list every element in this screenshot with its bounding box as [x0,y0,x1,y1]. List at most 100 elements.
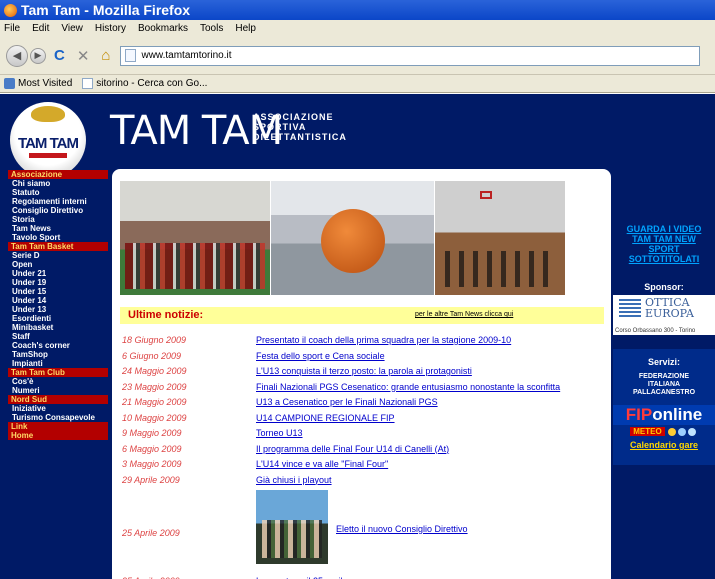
most-visited-icon [4,78,15,89]
news-date: 25 Aprile 2009 [122,528,180,538]
sidebar-item[interactable]: Iniziative [8,404,108,413]
sidebar-item[interactable]: Regolamenti interni [8,197,108,206]
news-item: 29 Aprile 2009 Già chiusi i playout [122,473,602,489]
sidebar-section[interactable]: Associazione [8,170,108,179]
stop-icon[interactable]: ✕ [77,47,90,65]
bookmark-sitorino[interactable]: sitorino - Cerca con Go... [82,78,207,89]
menu-view[interactable]: View [61,23,83,34]
news-item: 6 Maggio 2009 Il programma delle Final Fo… [122,442,602,458]
reload-icon[interactable]: C [54,47,65,64]
video-links[interactable]: GUARDA I VIDEO TAM TAM NEW SPORT SOTTOTI… [613,224,715,264]
page-icon [82,78,94,89]
fip-federation-logo[interactable]: FEDERAZIONE ITALIANA PALLACANESTRO [613,373,715,397]
address-url: www.tamtamtorino.it [141,50,232,61]
news-item: 18 Giugno 2009 Presentato il coach della … [122,333,602,349]
team-photo [120,181,270,295]
page-icon [125,49,137,62]
meteo-widget[interactable]: METEO [613,427,715,436]
sidebar-section[interactable]: Nord Sud [8,395,108,404]
services-heading: Servizi: [647,357,680,367]
news-link[interactable]: Già chiusi i playout [256,475,332,485]
navigation-toolbar: ◀ ▶ C ✕ ⌂ www.tamtamtorino.it [0,37,715,75]
sidebar-section[interactable]: Link [8,422,108,431]
sidebar-item[interactable]: Cos'è [8,377,108,386]
news-heading: Ultime notizie: [128,309,204,321]
web-page: TAM TAM TAM TAM ASSOCIAZIONE SPORTIVA DI… [0,94,715,579]
news-list: 18 Giugno 2009 Presentato il coach della … [122,333,602,579]
basketball-icon [31,106,65,122]
rain-icon [687,427,696,436]
basketball-photo [271,181,434,295]
news-date: 9 Maggio 2009 [122,428,182,438]
logo-text: TAM TAM [18,134,79,152]
right-column: GUARDA I VIDEO TAM TAM NEW SPORT SOTTOTI… [613,224,715,465]
sidebar-item[interactable]: Under 21 [8,269,108,278]
news-item: 10 Maggio 2009 U14 CAMPIONE REGIONALE FIP [122,411,602,427]
menu-tools[interactable]: Tools [200,23,223,34]
sidebar-item[interactable]: Tavolo Sport [8,233,108,242]
sidebar-item[interactable]: Impianti [8,359,108,368]
sidebar-item[interactable]: Numeri [8,386,108,395]
news-link[interactable]: Finali Nazionali PGS Cesenatico: grande … [256,382,560,392]
window-title: Tam Tam - Mozilla Firefox [21,2,191,18]
news-link[interactable]: U14 CAMPIONE REGIONALE FIP [256,413,395,423]
menu-edit[interactable]: Edit [32,23,49,34]
more-news-link[interactable]: per le altre Tam News clicca qui [415,311,513,318]
sidebar-item[interactable]: Staff [8,332,108,341]
sidebar-item[interactable]: Esordienti [8,314,108,323]
menu-file[interactable]: File [4,23,20,34]
bookmark-most-visited[interactable]: Most Visited [4,78,72,89]
sidebar-section[interactable]: Home [8,431,108,440]
news-date: 21 Maggio 2009 [122,397,187,407]
news-link[interactable]: L'U14 vince e va alle "Final Four" [256,459,388,469]
news-link[interactable]: Torneo U13 [256,428,303,438]
news-link[interactable]: U13 a Cesenatico per le Finali Nazionali… [256,397,438,407]
calendar-link[interactable]: Calendario gare [613,440,715,450]
sidebar-item[interactable]: Storia [8,215,108,224]
sidebar-item[interactable]: Under 19 [8,278,108,287]
news-date: 23 Maggio 2009 [122,381,187,392]
news-date: 3 Maggio 2009 [122,459,182,469]
news-thumbnail[interactable] [256,490,328,564]
ottica-europa-banner[interactable]: OTTICA EUROPA Corso Orbassano 300 - Tori… [613,295,715,335]
fip-online-banner[interactable]: FIPonline [613,405,715,425]
menu-history[interactable]: History [95,23,126,34]
forward-button[interactable]: ▶ [30,47,46,64]
news-item: 24 Maggio 2009 L'U13 conquista il terzo p… [122,364,602,380]
news-date: 6 Maggio 2009 [122,443,182,454]
window-titlebar: Tam Tam - Mozilla Firefox [0,0,715,20]
home-icon[interactable]: ⌂ [101,47,110,64]
bookmarks-bar: Most Visited sitorino - Cerca con Go... [0,75,715,93]
address-bar[interactable]: www.tamtamtorino.it [120,45,701,66]
news-item: 3 Maggio 2009 L'U14 vince e va alle "Fina… [122,457,602,473]
sidebar-item[interactable]: Under 13 [8,305,108,314]
sidebar-item[interactable]: Serie D [8,251,108,260]
sidebar-item[interactable]: Turismo Consapevole [8,413,108,422]
news-link[interactable]: L'U13 conquista il terzo posto: la parol… [256,366,472,376]
news-link[interactable]: Il programma delle Final Four U14 di Can… [256,444,449,454]
sidebar-section[interactable]: Tam Tam Club [8,368,108,377]
news-link[interactable]: Festa dello sport e Cena sociale [256,351,385,361]
sidebar-item[interactable]: Under 15 [8,287,108,296]
sidebar-section[interactable]: Tam Tam Basket [8,242,108,251]
news-item: 6 Giugno 2009 Festa dello sport e Cena so… [122,349,602,365]
sidebar-item[interactable]: Consiglio Direttivo [8,206,108,215]
menu-help[interactable]: Help [235,23,256,34]
menu-bookmarks[interactable]: Bookmarks [138,23,188,34]
sidebar-item[interactable]: Chi siamo [8,179,108,188]
tamtam-logo[interactable]: TAM TAM [10,102,86,178]
sidebar-item[interactable]: Statuto [8,188,108,197]
sidebar-item[interactable]: TamShop [8,350,108,359]
news-link[interactable]: Presentato il coach della prima squadra … [256,335,511,345]
news-link[interactable]: Eletto il nuovo Consiglio Direttivo [336,524,468,534]
sidebar-item[interactable]: Coach's corner [8,341,108,350]
sidebar-item[interactable]: Minibasket [8,323,108,332]
cloud-icon [677,427,686,436]
sidebar-item[interactable]: Tam News [8,224,108,233]
sponsor-heading: Sponsor: [644,282,684,292]
news-item: 9 Maggio 2009 Torneo U13 [122,426,602,442]
back-button[interactable]: ◀ [6,44,28,67]
sidebar-item[interactable]: Open [8,260,108,269]
sun-icon [667,427,676,436]
sidebar-item[interactable]: Under 14 [8,296,108,305]
